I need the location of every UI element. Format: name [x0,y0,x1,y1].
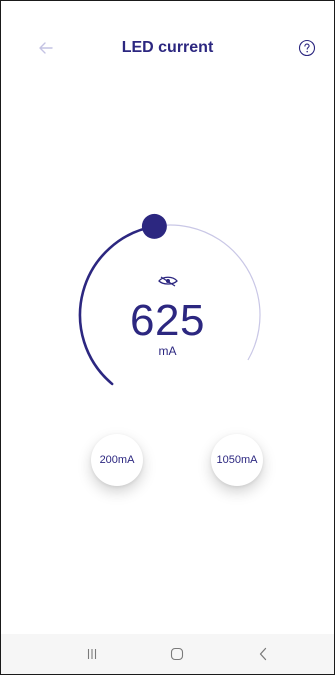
chevron-left-icon [259,647,267,661]
preset-min-label: 200mA [99,454,135,466]
help-button[interactable] [297,38,317,58]
home-icon [170,647,184,661]
current-readout: 625 mA [1,273,334,358]
system-back-button[interactable] [252,644,274,664]
current-unit: mA [158,344,177,358]
app-header: LED current [1,1,334,93]
preset-max-label: 1050mA [216,454,258,466]
app-screen: LED current 625 mA 200mA 1050mA [0,0,335,675]
dial-handle[interactable] [141,213,167,239]
recents-button[interactable] [81,644,103,664]
question-circle-icon [298,39,316,57]
recents-icon [87,649,97,659]
eye-icon [157,276,178,287]
current-value: 625 [130,296,205,345]
home-button[interactable] [166,644,188,664]
system-nav-bar [1,634,334,674]
preset-max-button[interactable]: 1050mA [211,434,263,486]
preset-min-button[interactable]: 200mA [91,434,143,486]
arrow-left-icon [39,42,53,54]
back-button[interactable] [35,37,57,59]
